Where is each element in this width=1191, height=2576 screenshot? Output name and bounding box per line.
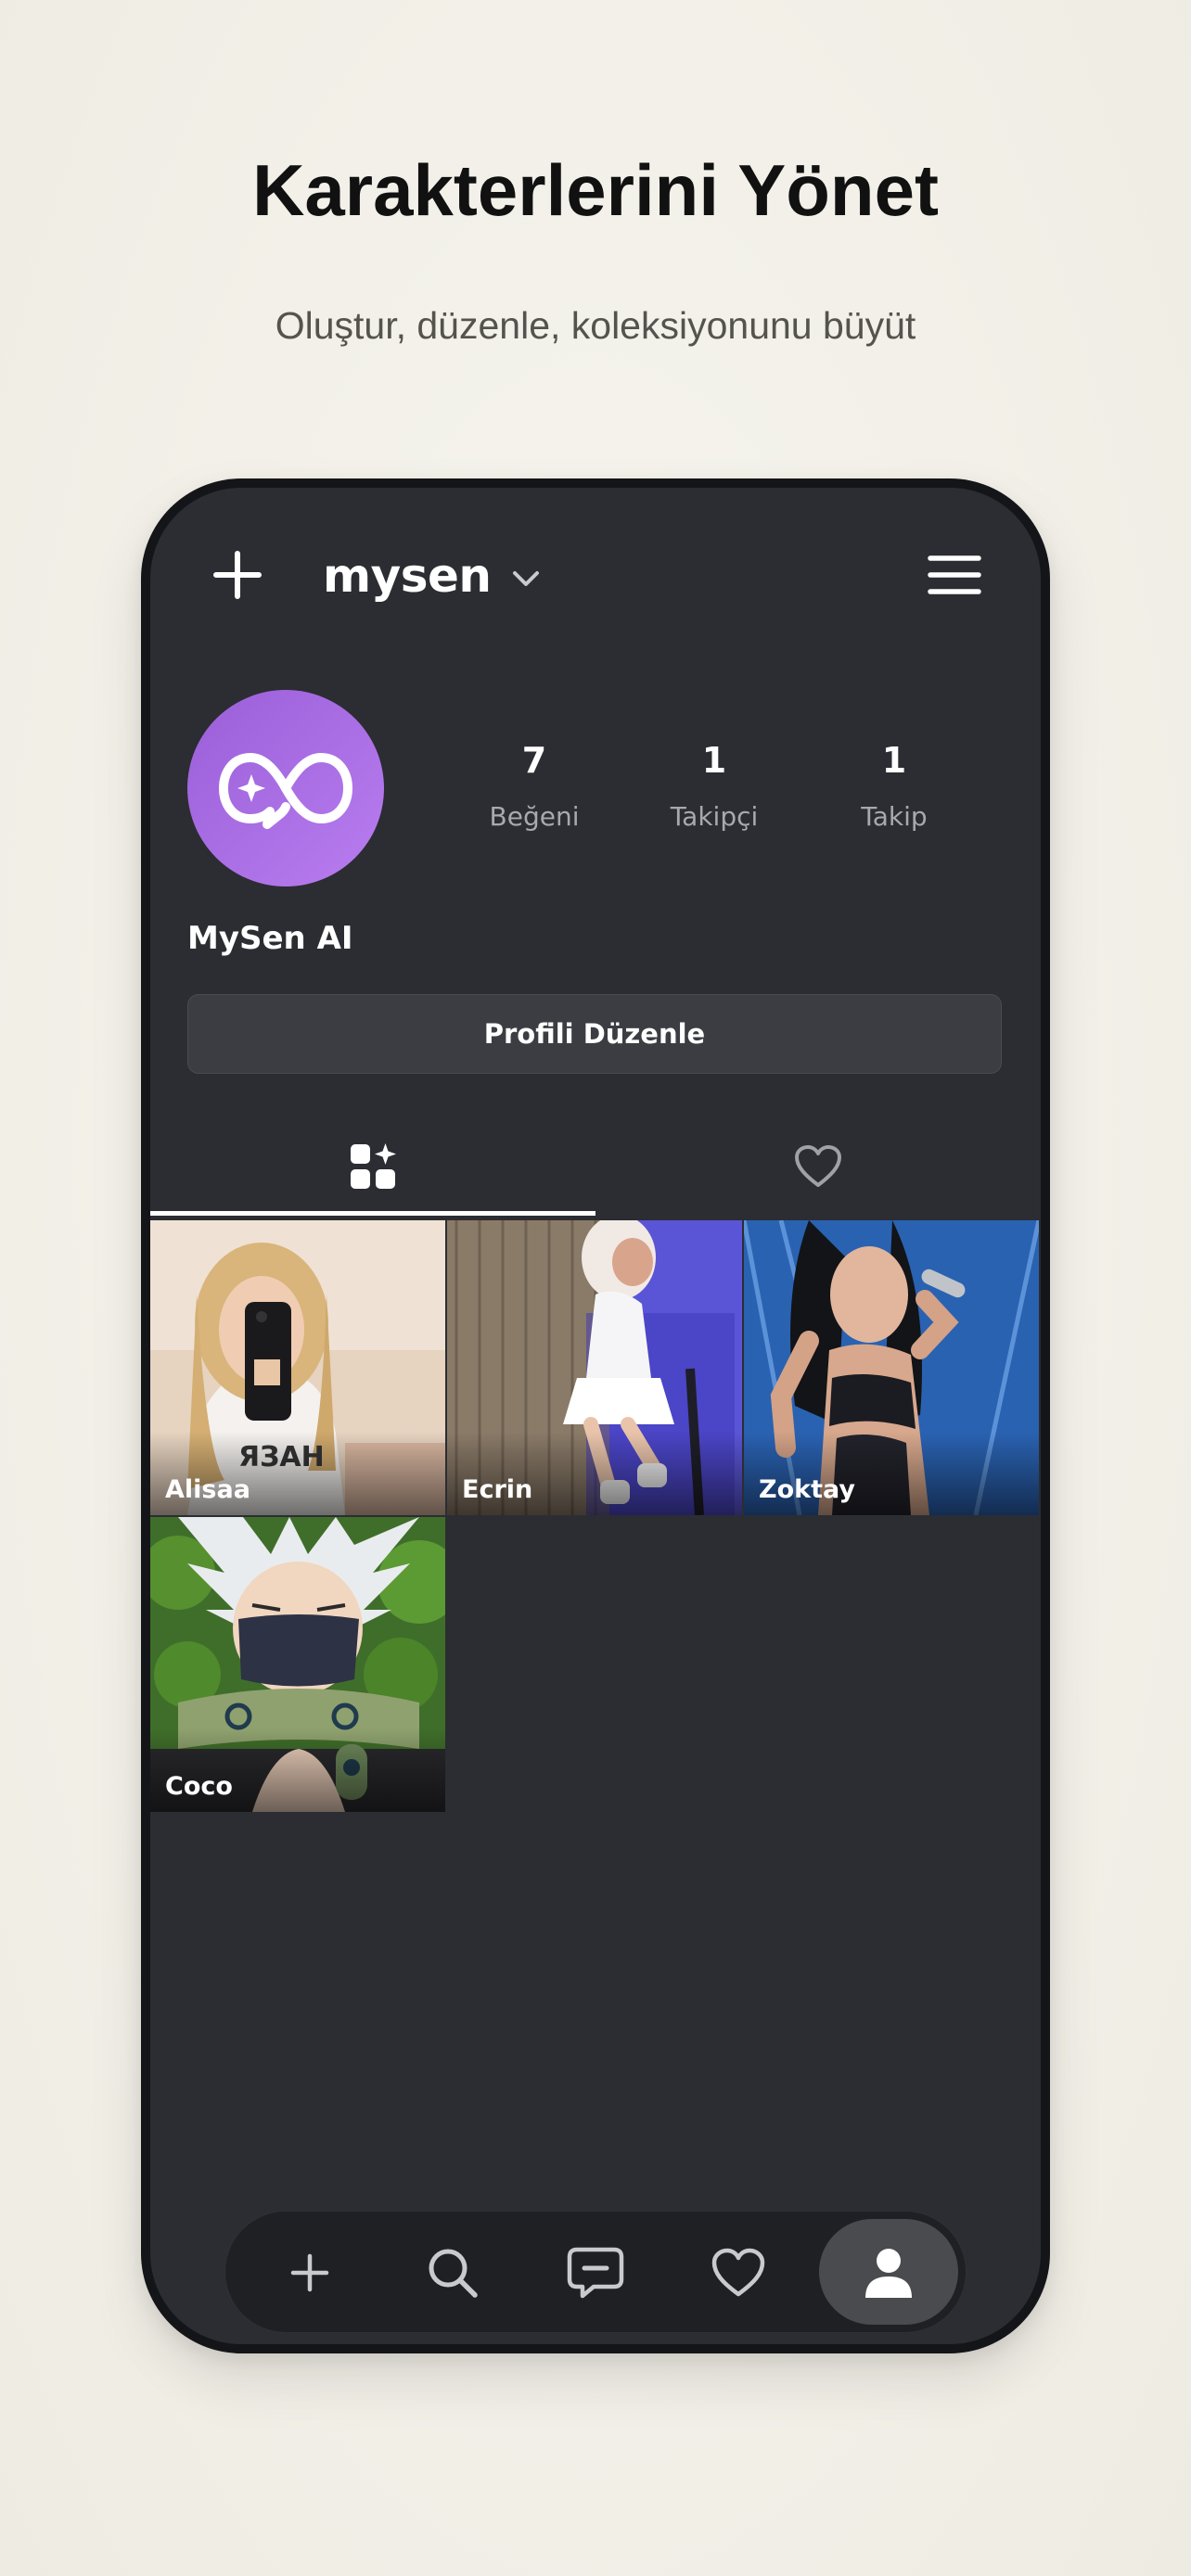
tab-liked[interactable]	[596, 1118, 1041, 1215]
phone-frame: mysen 7 Beğeni 1 Takipçi 1 Takip MySen A…	[141, 478, 1050, 2353]
username: mysen	[323, 549, 492, 603]
stat-followers-value: 1	[701, 740, 727, 781]
menu-button[interactable]	[928, 551, 981, 599]
add-character-button[interactable]	[211, 549, 263, 601]
promo-title: Karakterlerini Yönet	[252, 149, 939, 231]
profile-icon	[865, 2249, 912, 2298]
nav-profile[interactable]	[819, 2212, 958, 2334]
stat-likes[interactable]: 7 Beğeni	[442, 740, 627, 832]
app-screen: mysen 7 Beğeni 1 Takipçi 1 Takip MySen A…	[150, 488, 1041, 2344]
stat-likes-label: Beğeni	[489, 801, 580, 832]
grid-sparkle-icon	[351, 1143, 396, 1189]
chevron-down-icon	[513, 571, 540, 586]
stat-following[interactable]: 1 Takip	[801, 740, 987, 832]
bottom-navigation	[224, 2211, 967, 2333]
stat-following-label: Takip	[861, 801, 928, 832]
plus-icon	[290, 2253, 329, 2292]
promo-subtitle: Oluştur, düzenle, koleksiyonunu büyüt	[275, 304, 916, 347]
avatar[interactable]	[187, 690, 384, 886]
edit-profile-button[interactable]: Profili Düzenle	[187, 994, 1002, 1074]
character-card[interactable]: Ecrin	[447, 1220, 742, 1515]
character-card[interactable]: Zoktay	[744, 1220, 1039, 1515]
infinity-sparkle-logo	[219, 753, 352, 829]
heart-icon	[711, 2248, 765, 2297]
nav-chats[interactable]	[526, 2212, 665, 2334]
active-tab-indicator	[150, 1211, 596, 1216]
nav-create[interactable]	[240, 2212, 379, 2334]
nav-favorites[interactable]	[669, 2212, 808, 2334]
heart-icon	[795, 1145, 841, 1187]
character-card[interactable]: ЯЗАН Alisaa	[150, 1220, 445, 1515]
account-switcher[interactable]: mysen	[323, 543, 543, 608]
search-icon	[429, 2249, 478, 2298]
character-name: Alisaa	[165, 1475, 250, 1504]
tab-creations[interactable]	[150, 1118, 596, 1215]
stat-likes-value: 7	[521, 740, 547, 781]
character-card[interactable]: Coco	[150, 1517, 445, 1812]
character-name: Zoktay	[759, 1475, 855, 1504]
stat-following-value: 1	[881, 740, 907, 781]
nav-search[interactable]	[383, 2212, 522, 2334]
character-name: Coco	[165, 1772, 233, 1801]
stat-followers[interactable]: 1 Takipçi	[621, 740, 807, 832]
chat-icon	[567, 2247, 624, 2299]
plus-icon	[213, 551, 262, 599]
stat-followers-label: Takipçi	[670, 801, 759, 832]
display-name: MySen AI	[187, 920, 353, 957]
hamburger-menu-icon	[928, 555, 981, 594]
character-name: Ecrin	[462, 1475, 533, 1504]
